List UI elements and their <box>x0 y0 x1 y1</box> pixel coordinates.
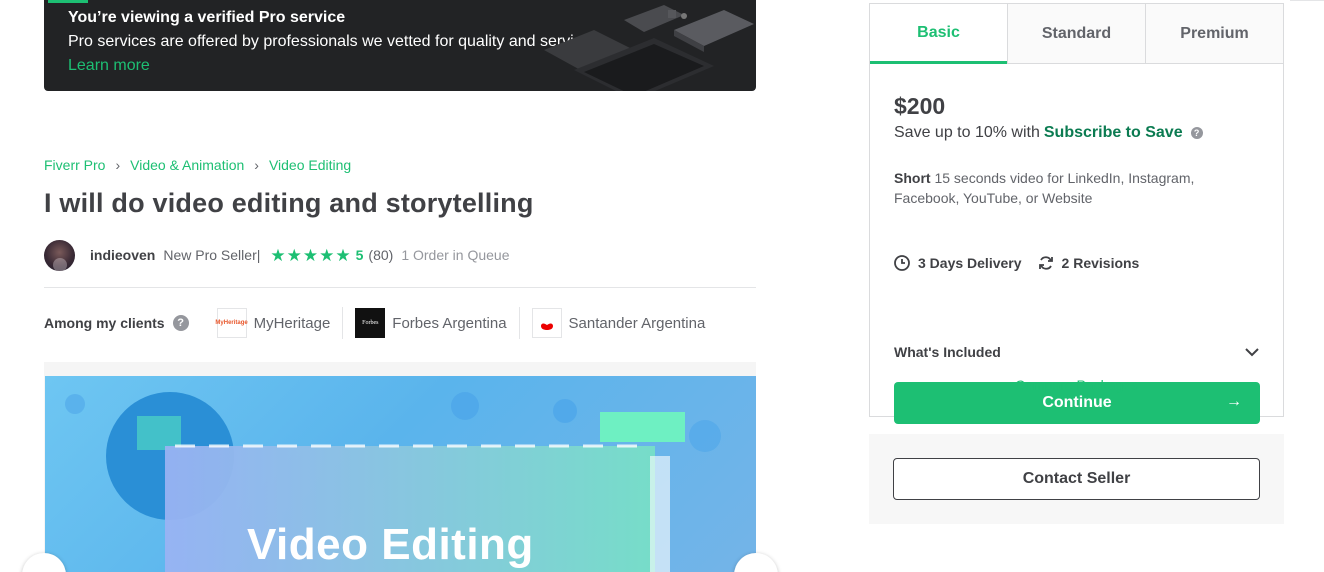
client-name: MyHeritage <box>253 314 331 332</box>
santander-logo <box>531 308 562 338</box>
delivery-feature: 3 Days Delivery <box>894 255 1022 271</box>
refresh-icon <box>1038 256 1053 270</box>
gig-title: I will do video editing and storytelling <box>44 188 534 218</box>
tab-premium[interactable]: Premium <box>1145 4 1283 63</box>
chevron-right-icon: › <box>115 157 121 173</box>
chevron-right-icon: › <box>754 567 759 572</box>
question-icon[interactable]: ? <box>1190 127 1203 139</box>
package-features: 3 Days Delivery 2 Revisions <box>894 255 1155 271</box>
arrow-right-icon: → <box>1226 393 1242 410</box>
packages-panel: Basic Standard Premium $200 Save up to 1… <box>869 3 1284 424</box>
star-icon: ★ <box>270 245 286 265</box>
save-text: Save up to 10% with <box>894 124 1040 141</box>
whats-included-toggle[interactable]: What's Included <box>894 344 1260 360</box>
rating-count[interactable]: (80) <box>368 247 393 263</box>
learn-more-link[interactable]: Learn more <box>68 57 150 75</box>
delivery-time: 3 Days Delivery <box>918 255 1022 271</box>
seller-level: New Pro Seller| <box>163 247 261 263</box>
subscribe-to-save-link[interactable]: Subscribe to Save <box>1044 124 1183 142</box>
gallery-caption: Video Editing <box>247 520 534 569</box>
revisions-feature: 2 Revisions <box>1038 255 1140 271</box>
breadcrumb: Fiverr Pro › Video & Animation › Video E… <box>44 157 351 173</box>
seller-overview: indieoven New Pro Seller| ★ ★ ★ ★ ★ 5 (8… <box>44 239 510 271</box>
revisions-count: 2 Revisions <box>1061 255 1140 271</box>
client-myheritage[interactable]: MyHeritage MyHeritage <box>215 307 344 339</box>
chevron-down-icon <box>1245 348 1259 357</box>
question-icon[interactable]: ? <box>172 315 189 331</box>
compare-packages-link[interactable]: Compare Packages <box>870 377 1283 393</box>
banner-accent <box>48 0 88 3</box>
star-rating: ★ ★ ★ ★ ★ <box>270 247 351 264</box>
clock-icon <box>894 255 910 271</box>
pro-banner-text: Pro services are offered by professional… <box>68 33 596 50</box>
myheritage-logo: MyHeritage <box>215 308 248 338</box>
client-name: Santander Argentina <box>568 314 706 332</box>
breadcrumb-video-editing[interactable]: Video Editing <box>269 157 351 173</box>
chevron-left-icon: ‹ <box>42 567 47 572</box>
star-icon: ★ <box>319 245 335 265</box>
package-description: Short 15 seconds video for LinkedIn, Ins… <box>894 168 1254 208</box>
star-icon: ★ <box>302 245 319 265</box>
pro-banner-heading: You’re viewing a verified Pro service <box>68 9 346 26</box>
star-icon: ★ <box>335 245 351 265</box>
pro-banner: You’re viewing a verified Pro service Pr… <box>44 0 756 91</box>
divider <box>44 287 756 288</box>
breadcrumb-fiverr-pro[interactable]: Fiverr Pro <box>44 157 105 173</box>
contact-seller-button[interactable]: Contact Seller <box>893 458 1260 500</box>
tab-basic[interactable]: Basic <box>870 4 1007 64</box>
client-name: Forbes Argentina <box>392 314 507 332</box>
package-price: $200 <box>894 93 946 119</box>
package-tabs: Basic Standard Premium <box>870 4 1283 64</box>
client-santander[interactable]: Santander Argentina <box>531 307 718 339</box>
forbes-logo: Forbes <box>355 308 386 338</box>
top-divider <box>1290 0 1324 1</box>
breadcrumb-video-animation[interactable]: Video & Animation <box>130 157 244 173</box>
star-icon: ★ <box>286 245 302 265</box>
continue-label: Continue <box>1042 394 1112 411</box>
tab-standard[interactable]: Standard <box>1007 4 1145 63</box>
gallery-slide[interactable]: Video Editing <box>45 376 756 572</box>
pro-devices-illustration <box>544 5 754 91</box>
client-forbes[interactable]: Forbes Forbes Argentina <box>355 307 520 339</box>
chevron-right-icon: › <box>254 157 259 173</box>
clients-label: Among my clients <box>44 315 165 331</box>
package-desc-text: 15 seconds video for LinkedIn, Instagram… <box>894 170 1195 206</box>
subscribe-save-row: Save up to 10% with Subscribe to Save ? <box>894 124 1203 142</box>
contact-seller-section: Contact Seller <box>869 434 1284 524</box>
seller-name[interactable]: indieoven <box>90 247 155 263</box>
avatar[interactable] <box>44 239 75 271</box>
rating-score: 5 <box>355 247 364 263</box>
package-title: Short <box>894 170 931 186</box>
gallery: Video Editing <box>44 362 756 572</box>
orders-in-queue: 1 Order in Queue <box>401 247 510 263</box>
whats-included-label: What's Included <box>894 344 1001 360</box>
clients-row: Among my clients ? MyHeritage MyHeritage… <box>44 306 729 340</box>
